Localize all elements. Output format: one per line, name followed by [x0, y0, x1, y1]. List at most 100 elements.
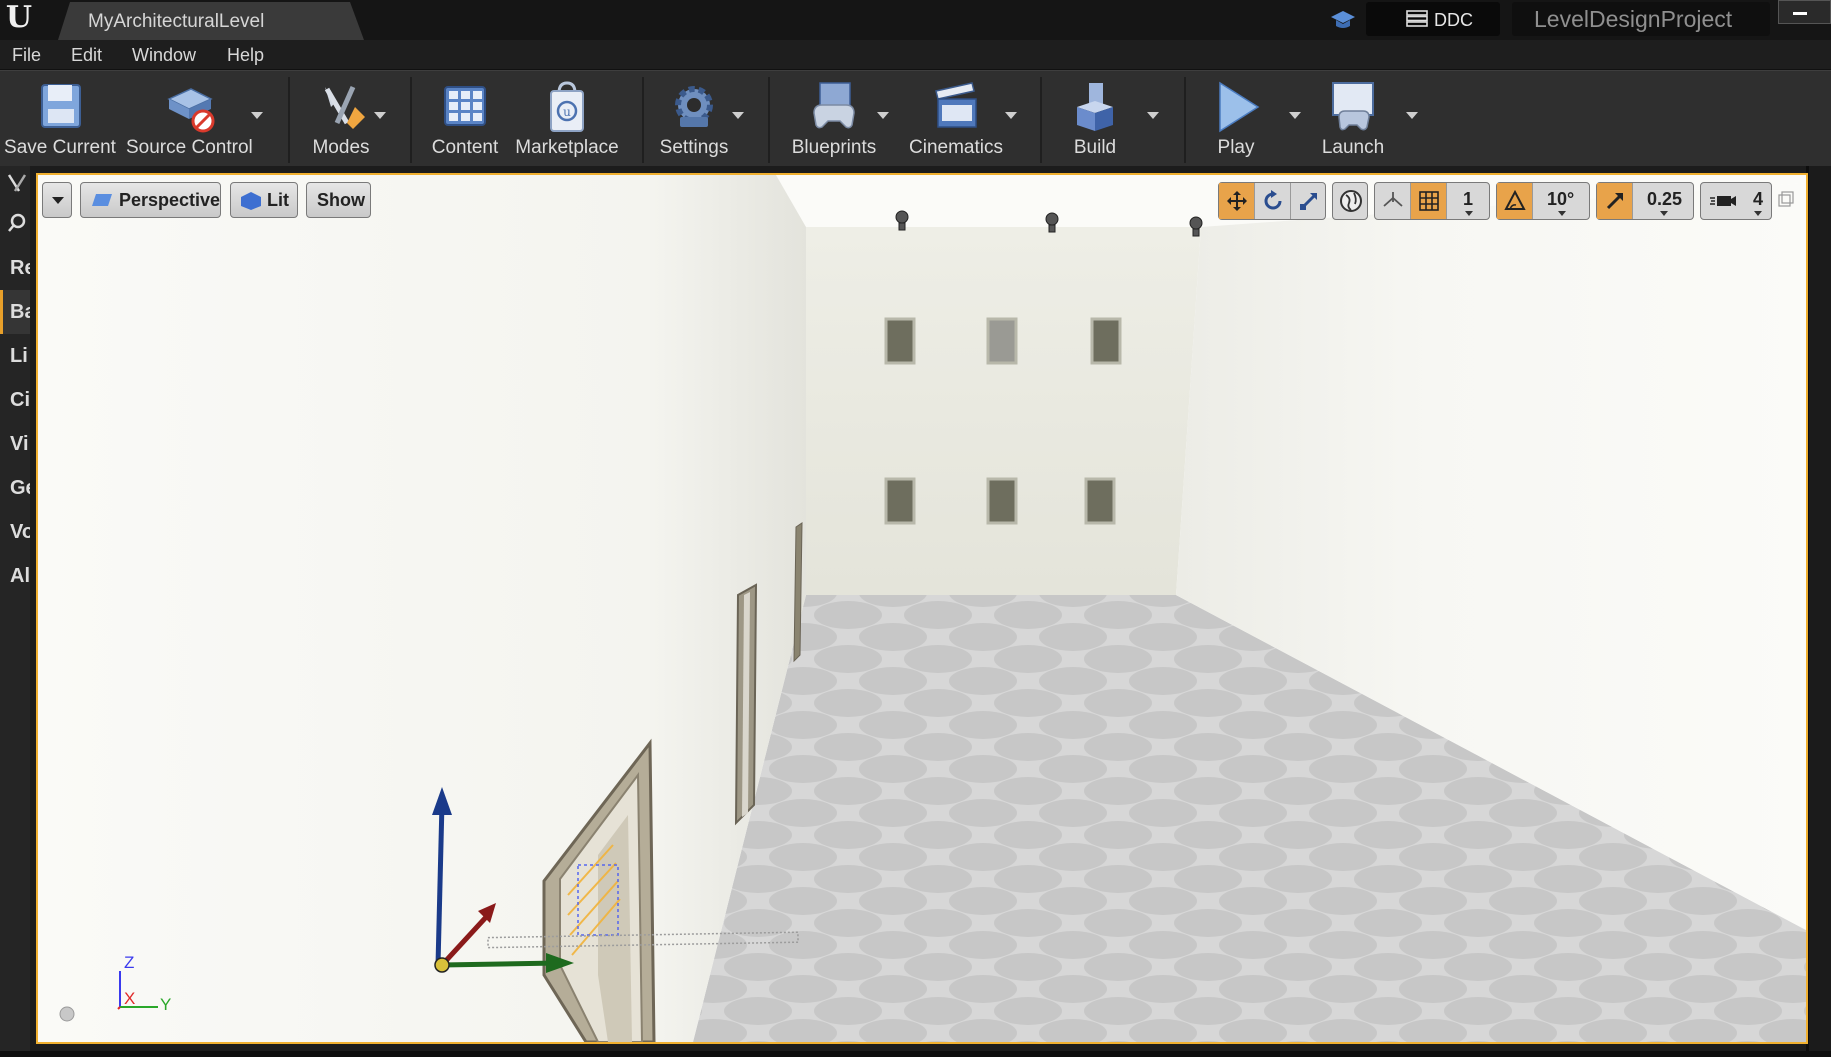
maximize-viewport-button[interactable]	[1778, 191, 1794, 207]
play-triangle-icon	[1219, 81, 1260, 133]
modes-button[interactable]: Modes	[296, 71, 386, 167]
build-button[interactable]: Build	[1050, 71, 1140, 167]
lit-label: Lit	[267, 190, 289, 210]
angle-icon	[1504, 190, 1526, 210]
grid-snap-toggle[interactable]	[1411, 183, 1447, 219]
rotation-snap-toggle[interactable]	[1497, 183, 1533, 219]
menu-window[interactable]: Window	[132, 45, 196, 66]
settings-dropdown-icon[interactable]	[732, 112, 744, 119]
menu-help[interactable]: Help	[227, 45, 264, 66]
camera-speed-icon	[1710, 196, 1736, 206]
modes-label: Modes	[312, 137, 370, 158]
world-local-toggle[interactable]	[1332, 182, 1368, 220]
viewport-scene[interactable]	[38, 175, 1806, 1042]
modes-panel-collapsed: Re Ba Li Ci Vi Ge Vo Al	[0, 166, 30, 1051]
perspective-label: Perspective	[119, 190, 221, 210]
source-control-button[interactable]: Source Control	[126, 71, 253, 167]
clapperboard-icon	[935, 82, 977, 128]
level-viewport[interactable]: Perspective Lit Show 1 10° 0.25 4 Z X Y	[36, 173, 1808, 1044]
scale-snap-value: 0.25	[1647, 189, 1683, 209]
maximize-icon	[1778, 191, 1794, 207]
cinematics-button[interactable]: Cinematics	[906, 71, 1006, 167]
panel-tab-geometry[interactable]: Ge	[0, 466, 30, 510]
rotate-tool-button[interactable]	[1255, 183, 1291, 219]
grid-snap-value: 1	[1463, 189, 1474, 209]
panel-tab-lights[interactable]: Li	[0, 334, 30, 378]
toolbar-separator	[768, 77, 770, 163]
perspective-button[interactable]: Perspective	[80, 182, 221, 218]
launch-monitor-icon	[1332, 82, 1374, 131]
panel-tab-volumes[interactable]: Vo	[0, 510, 30, 554]
play-button[interactable]: Play	[1196, 71, 1276, 167]
content-button[interactable]: Content	[422, 71, 508, 167]
scale-tool-button[interactable]	[1291, 183, 1327, 219]
blueprints-dropdown-icon[interactable]	[877, 112, 889, 119]
panel-tab-visual-effects[interactable]: Vi	[0, 422, 30, 466]
globe-icon	[1340, 190, 1362, 212]
scale-icon	[1299, 192, 1318, 211]
panel-tab-basic[interactable]: Ba	[0, 290, 30, 334]
transform-tools-group	[1218, 182, 1326, 220]
source-control-dropdown-icon[interactable]	[251, 112, 263, 119]
modes-dropdown-icon[interactable]	[374, 112, 386, 119]
realtime-indicator-icon	[59, 1006, 75, 1022]
launch-dropdown-icon[interactable]	[1406, 112, 1418, 119]
marketplace-label: Marketplace	[515, 137, 619, 158]
show-label: Show	[317, 190, 365, 210]
scale-snap-group: 0.25	[1596, 182, 1694, 220]
axis-y-label: Y	[160, 995, 172, 1014]
source-control-icon	[167, 88, 215, 133]
grid-snap-value-dropdown[interactable]: 1	[1447, 183, 1491, 219]
viewport-options-button[interactable]	[42, 182, 72, 218]
blueprints-gamepad-icon	[813, 82, 855, 129]
toolbar-separator	[642, 77, 644, 163]
show-button[interactable]: Show	[306, 182, 371, 218]
toolbar-separator	[410, 77, 412, 163]
graduation-cap-icon[interactable]	[1330, 8, 1356, 32]
camera-speed-dropdown[interactable]: 4	[1700, 182, 1772, 220]
build-label: Build	[1073, 137, 1117, 158]
surface-snap-button[interactable]	[1375, 183, 1411, 219]
project-name: LevelDesignProject	[1512, 2, 1770, 36]
build-dropdown-icon[interactable]	[1147, 112, 1159, 119]
toolbar-separator	[1184, 77, 1186, 163]
ddc-stack-icon	[1406, 10, 1428, 27]
settings-label: Settings	[659, 137, 729, 158]
lit-button[interactable]: Lit	[230, 182, 298, 218]
build-blocks-icon	[1077, 83, 1113, 131]
settings-button[interactable]: Settings	[652, 71, 736, 167]
details-panel-edge[interactable]	[1806, 166, 1831, 1051]
rotation-snap-value-dropdown[interactable]: 10°	[1533, 183, 1591, 219]
launch-label: Launch	[1321, 137, 1385, 158]
svg-text:u: u	[563, 105, 571, 119]
panel-tab-cinematic[interactable]: Ci	[0, 378, 30, 422]
save-current-button[interactable]: Save Current	[0, 71, 120, 167]
marketplace-bag-icon: u	[550, 81, 584, 132]
panel-tab-all-classes[interactable]: Al	[0, 554, 30, 598]
menu-edit[interactable]: Edit	[71, 45, 102, 66]
menu-file[interactable]: File	[12, 45, 41, 66]
marketplace-button[interactable]: u Marketplace	[512, 71, 622, 167]
search-icon[interactable]	[6, 212, 28, 234]
unreal-logo-icon[interactable]: U	[2, 1, 36, 35]
minimize-icon	[1793, 12, 1807, 15]
scale-snap-toggle[interactable]	[1597, 183, 1633, 219]
chevron-down-icon	[1558, 211, 1566, 216]
rotate-icon	[1264, 190, 1282, 210]
launch-button[interactable]: Launch	[1306, 71, 1400, 167]
translate-tool-button[interactable]	[1219, 183, 1255, 219]
modes-tools-icon[interactable]	[6, 172, 28, 194]
blueprints-button[interactable]: Blueprints	[784, 71, 884, 167]
cinematics-dropdown-icon[interactable]	[1005, 112, 1017, 119]
menu-bar: File Edit Window Help	[0, 40, 1831, 70]
minimize-button[interactable]	[1778, 0, 1831, 24]
panel-tab-recent[interactable]: Re	[0, 246, 30, 290]
ddc-button[interactable]: DDC	[1366, 2, 1500, 36]
perspective-plane-icon	[92, 194, 112, 206]
scale-snap-value-dropdown[interactable]: 0.25	[1633, 183, 1695, 219]
play-dropdown-icon[interactable]	[1289, 112, 1301, 119]
grid-icon	[1419, 191, 1439, 211]
rotation-snap-value: 10°	[1547, 189, 1575, 209]
floppy-disk-icon	[41, 84, 81, 128]
level-tab[interactable]: MyArchitecturalLevel	[58, 2, 364, 40]
